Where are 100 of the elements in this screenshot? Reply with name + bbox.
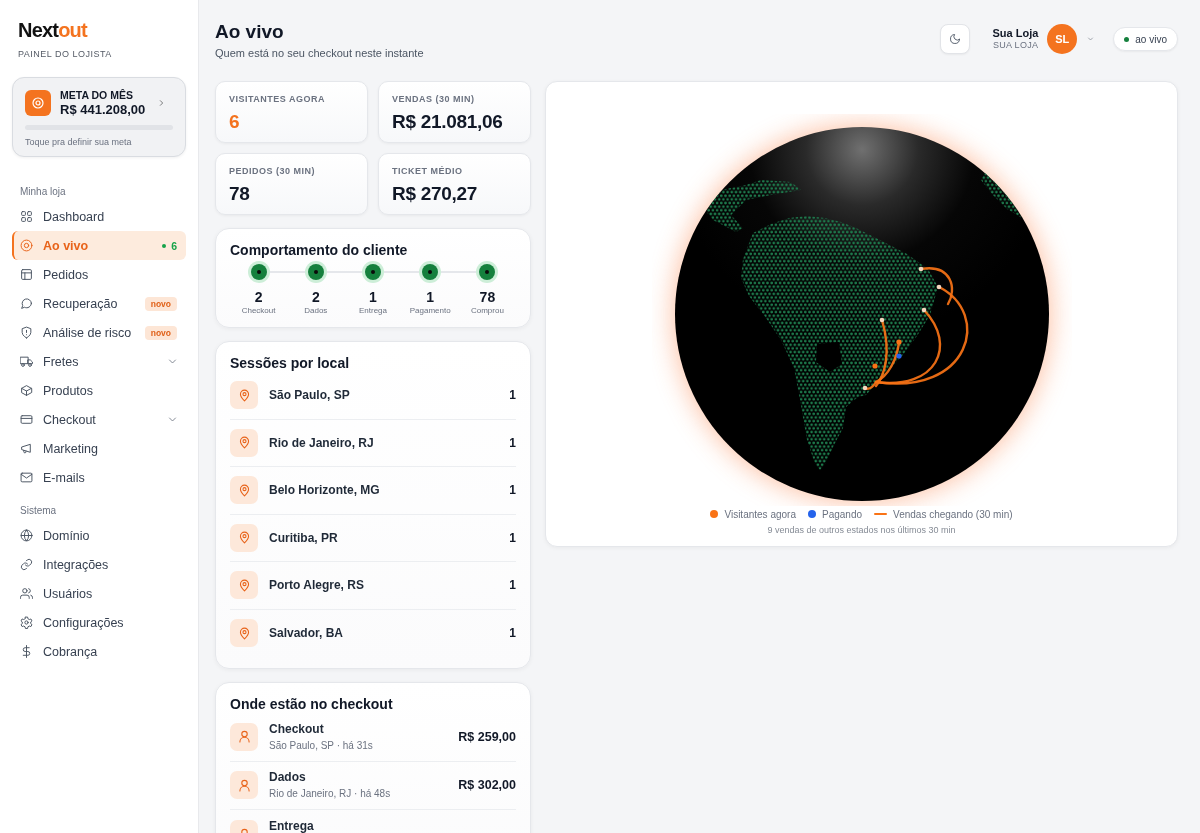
step-dot-icon — [247, 261, 270, 283]
place-name: Porto Alegre, RS — [269, 578, 364, 593]
page-title: Ao vivo — [215, 20, 285, 44]
shield-icon — [20, 326, 33, 339]
visitor-marker — [871, 363, 878, 369]
nav-item[interactable]: Produtos — [12, 376, 186, 405]
nav-item[interactable]: Configurações — [12, 608, 186, 637]
grid-icon — [20, 210, 33, 223]
stage-detail: Rio de Janeiro, RJ · há 48s — [269, 788, 391, 801]
goal-value: R$ 441.208,00 — [60, 102, 147, 117]
pin-icon — [230, 381, 258, 410]
visitor-count: 6 — [171, 239, 177, 252]
step-count: 2 — [254, 288, 263, 306]
target-icon — [20, 239, 33, 252]
chevron-down-icon[interactable] — [168, 415, 177, 424]
panel-subtitle: PAINEL DO LOJISTA — [18, 49, 113, 60]
place-name: São Paulo, SP — [269, 388, 350, 403]
nav-item[interactable]: Domínio — [12, 521, 186, 550]
step-count: 1 — [369, 288, 377, 306]
step-dot-icon — [419, 261, 442, 283]
settings-icon — [20, 616, 33, 629]
pin-icon — [230, 571, 258, 600]
pin-icon — [230, 476, 258, 505]
card-title: Onde estão no checkout — [230, 695, 394, 713]
step-count: 78 — [479, 288, 496, 306]
nav-item[interactable]: Recuperação novo — [12, 289, 186, 318]
pin-icon — [230, 619, 258, 648]
new-tag: novo — [144, 296, 177, 311]
stat-value: 78 — [229, 183, 251, 205]
nav-item[interactable]: Cobrança — [12, 637, 186, 666]
origin-marker — [879, 317, 884, 323]
new-tag: novo — [144, 325, 177, 340]
nav-item[interactable]: Checkout — [12, 405, 186, 434]
person-icon — [230, 722, 258, 751]
moon-icon — [949, 33, 962, 45]
stat-label: VENDAS (30 MIN) — [392, 94, 476, 105]
card-title: Comportamento do cliente — [230, 241, 409, 259]
pin-icon — [230, 523, 258, 552]
session-count: 1 — [509, 388, 516, 403]
nav-item[interactable]: Pedidos — [12, 260, 186, 289]
goal-hint: Toque pra definir sua meta — [25, 137, 133, 148]
nav-item[interactable]: Usuários — [12, 579, 186, 608]
step-count: 2 — [311, 288, 320, 306]
origin-marker — [921, 307, 926, 313]
live-dot-icon — [1124, 36, 1130, 42]
megaphone-icon — [20, 442, 33, 455]
stat-label: PEDIDOS (30 MIN) — [229, 166, 316, 177]
nav-item[interactable]: Fretes — [12, 347, 186, 376]
legend-label: Visitantes agora — [724, 508, 796, 520]
store-name: Sua Loja — [992, 27, 1039, 40]
origin-marker — [862, 385, 867, 391]
stage-name: Checkout — [269, 721, 325, 737]
table-icon — [20, 268, 33, 281]
session-count: 1 — [509, 435, 516, 450]
pin-icon — [230, 428, 258, 457]
session-count: 1 — [509, 578, 516, 593]
legend-label: Pagando — [821, 508, 862, 520]
step-label: Checkout — [241, 306, 276, 316]
session-count: 1 — [509, 483, 516, 498]
cart-value: R$ 259,00 — [458, 729, 516, 744]
nav-item[interactable]: Dashboard — [12, 202, 186, 231]
nav-section-title: Minha loja — [19, 186, 67, 198]
dollar-icon — [20, 645, 33, 658]
nav-item[interactable]: E-mails — [12, 463, 186, 492]
origin-marker — [918, 266, 923, 272]
box-icon — [20, 384, 33, 397]
mail-icon — [20, 471, 33, 484]
step-dot-icon — [304, 261, 327, 283]
theme-toggle-button[interactable] — [940, 24, 971, 54]
step-dot-icon — [476, 261, 499, 283]
nav-item[interactable]: Integrações — [12, 550, 186, 579]
nav-item[interactable]: Análise de risco novo — [12, 318, 186, 347]
caret-icon[interactable] — [1087, 36, 1095, 42]
truck-icon — [20, 355, 33, 368]
nav-section-title: Sistema — [19, 505, 58, 517]
step-count: 1 — [426, 288, 435, 306]
goal-card[interactable]: META DO MÊS R$ 441.208,00 Toque pra definir sua meta — [12, 77, 186, 157]
nav-item[interactable]: Marketing — [12, 434, 186, 463]
map-note: 9 vendas de outros estados nos últimos 30 min — [767, 524, 956, 536]
stage-detail: São Paulo, SP · há 31s — [269, 739, 373, 752]
step-dot-icon — [362, 261, 384, 283]
place-name: Rio de Janeiro, RJ — [269, 435, 374, 450]
stat-label: VISITANTES AGORA — [229, 94, 326, 105]
logo-wordmark: Nextout — [18, 19, 87, 41]
stage-name: Dados — [269, 770, 307, 786]
page-subtitle: Quem está no seu checkout neste instante — [215, 46, 424, 60]
live-dot-icon — [162, 243, 167, 248]
store-role: SUA LOJA — [992, 40, 1039, 51]
credit-card-icon — [20, 413, 33, 426]
paying-marker — [895, 353, 902, 359]
live-status-text: ao vivo — [1135, 33, 1167, 45]
session-count: 1 — [509, 530, 516, 545]
target-icon — [25, 90, 51, 116]
legend-label: Vendas chegando (30 min) — [893, 508, 1013, 520]
stat-label: TICKET MÉDIO — [392, 166, 464, 177]
step-label: Entrega — [358, 306, 387, 316]
chevron-down-icon[interactable] — [168, 357, 177, 366]
cart-value: R$ 302,00 — [458, 778, 516, 793]
stat-value: 6 — [229, 111, 241, 133]
visitor-marker — [895, 339, 902, 345]
